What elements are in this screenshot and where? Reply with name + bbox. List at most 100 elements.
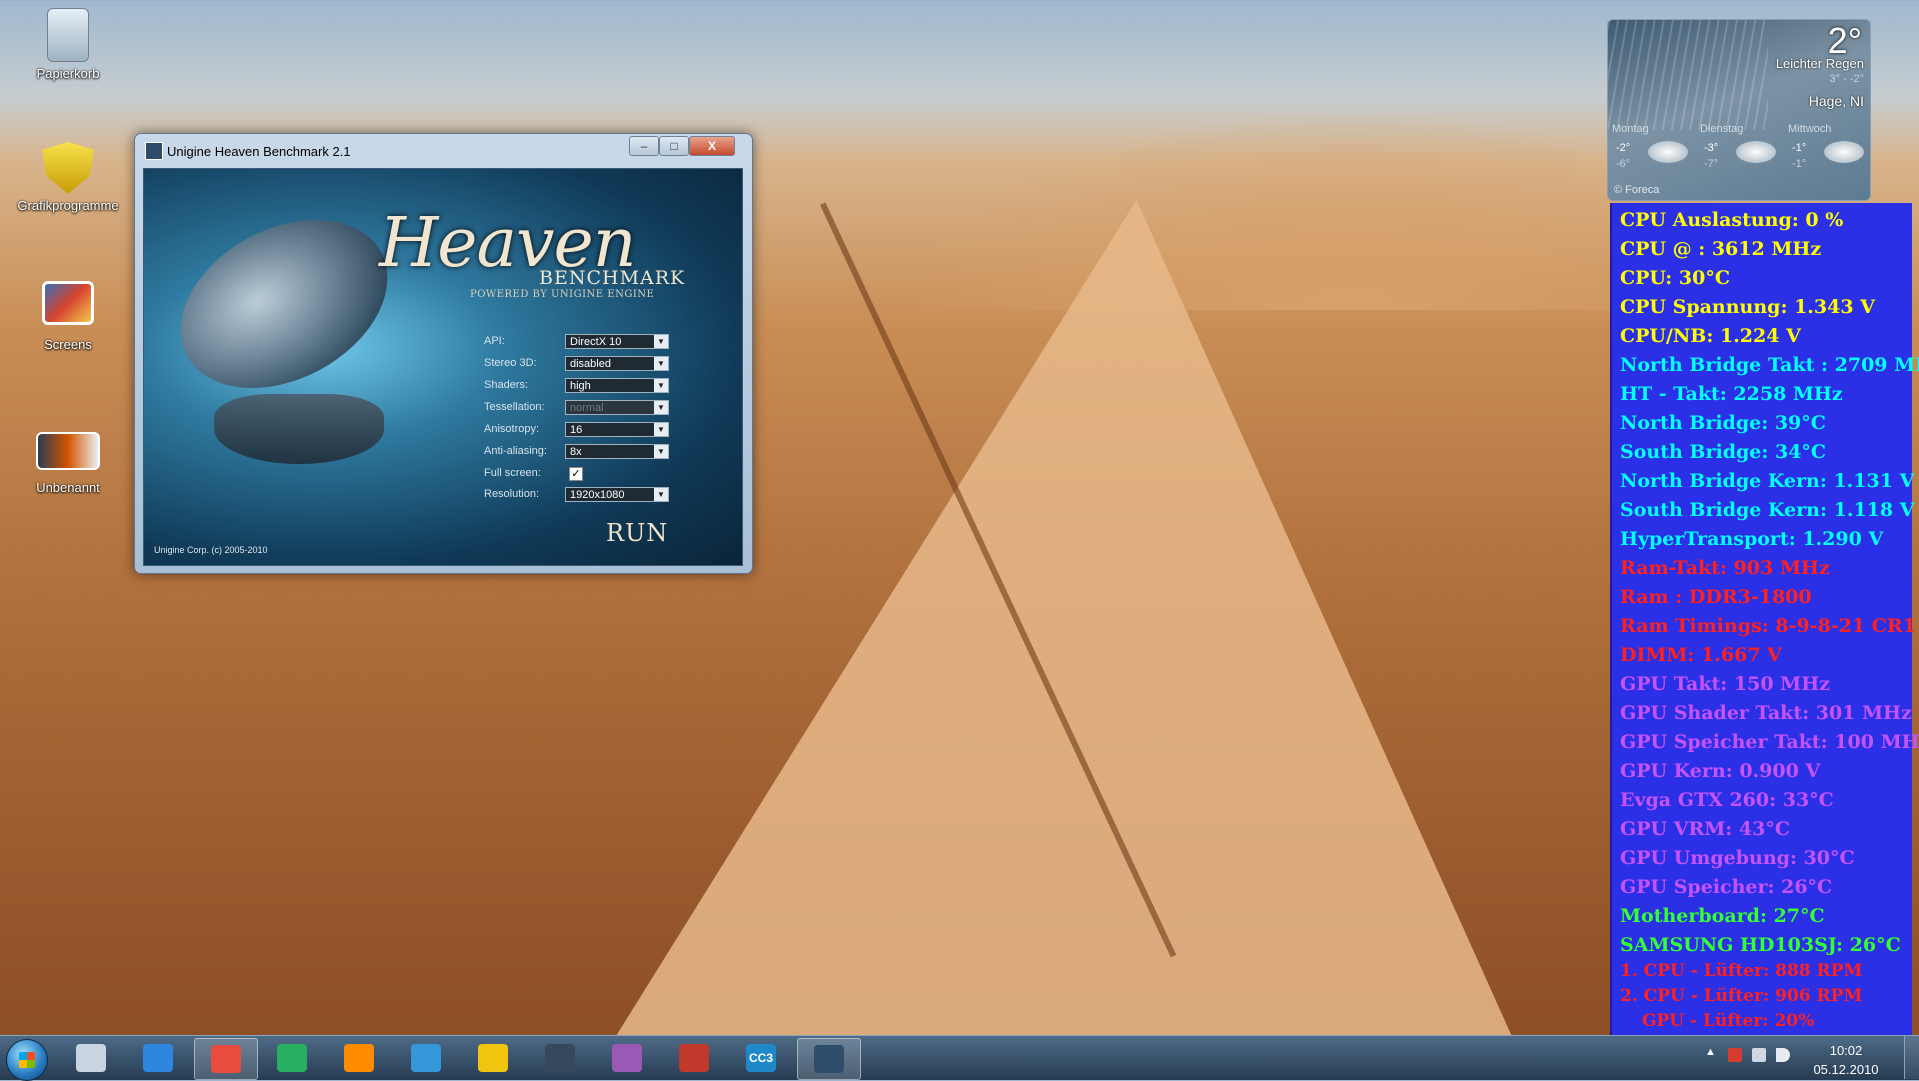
- resolution-value: 1920x1080: [570, 489, 625, 501]
- shaders-value: high: [570, 380, 591, 392]
- sensor-reading: GPU Takt: 150 MHz: [1620, 673, 1830, 695]
- volume-icon[interactable]: [1776, 1048, 1790, 1062]
- sensor-reading: GPU Speicher Takt: 100 MHz: [1620, 731, 1919, 753]
- minimize-button[interactable]: –: [629, 136, 659, 156]
- sensor-reading: GPU VRM: 43°C: [1620, 818, 1790, 840]
- sensor-reading: North Bridge Takt : 2709 MHz: [1620, 354, 1919, 376]
- taskbar-button[interactable]: [127, 1038, 189, 1078]
- sensor-reading: CPU: 30°C: [1620, 267, 1730, 289]
- tessellation-label: Tessellation:: [484, 401, 545, 413]
- clock-date: 05.12.2010: [1813, 1062, 1879, 1077]
- taskbar-button[interactable]: CC3: [730, 1038, 792, 1078]
- sensor-reading: GPU Kern: 0.900 V: [1620, 760, 1821, 782]
- rain-background: [1608, 20, 1768, 130]
- sensor-reading: North Bridge: 39°C: [1620, 412, 1826, 434]
- forecast-day-name: Montag: [1612, 123, 1649, 135]
- cube-app-icon: [612, 1044, 642, 1072]
- sensor-reading: CPU/NB: 1.224 V: [1620, 325, 1801, 347]
- anti-aliasing-value: 8x: [570, 446, 582, 458]
- benchmark-launcher-panel: Heaven BENCHMARK POWERED BY UNIGINE ENGI…: [143, 168, 743, 566]
- forecast-day: Mittwoch -1° -1°: [1788, 123, 1870, 170]
- api-select[interactable]: DirectX 10 ▼: [565, 334, 669, 349]
- chevron-down-icon: ▼: [654, 488, 668, 501]
- run-button[interactable]: RUN: [606, 519, 668, 547]
- chevron-down-icon: ▼: [654, 423, 668, 436]
- sensor-reading: CPU @ : 3612 MHz: [1620, 238, 1822, 260]
- taskbar-button[interactable]: [60, 1038, 122, 1078]
- network-icon[interactable]: [1752, 1048, 1766, 1062]
- weather-gadget[interactable]: 2° Leichter Regen 3° - -2° Hage, NI Mont…: [1607, 19, 1871, 201]
- api-label: API:: [484, 335, 505, 347]
- taskbar-button[interactable]: [194, 1038, 258, 1080]
- calculator-icon: [76, 1044, 106, 1072]
- close-button[interactable]: X: [689, 136, 735, 156]
- forecast-day: Montag -2° -6°: [1612, 123, 1698, 170]
- chevron-down-icon: ▼: [654, 379, 668, 392]
- weather-provider: © Foreca: [1614, 184, 1660, 196]
- anti-aliasing-select[interactable]: 8x ▼: [565, 444, 669, 459]
- sensor-reading: South Bridge Kern: 1.118 V: [1620, 499, 1915, 521]
- desktop-icon-screens[interactable]: Screens: [12, 281, 124, 352]
- taskbar-button[interactable]: [462, 1038, 524, 1078]
- taskbar-button[interactable]: [596, 1038, 658, 1078]
- copyright-text: Unigine Corp. (c) 2005-2010: [154, 545, 268, 555]
- full-screen-label: Full screen:: [484, 467, 541, 479]
- weather-city: Hage, NI: [1808, 93, 1864, 109]
- sensor-reading: HT - Takt: 2258 MHz: [1620, 383, 1843, 405]
- start-button[interactable]: [6, 1039, 48, 1081]
- sensor-reading: Motherboard: 27°C: [1620, 905, 1825, 927]
- sensor-reading: Ram Timings: 8-9-8-21 CR1: [1620, 615, 1916, 637]
- forecast-day: Dienstag -3° -7°: [1700, 123, 1786, 170]
- desktop-icon-recycle-bin[interactable]: Papierkorb: [12, 8, 124, 81]
- weather-condition: Leichter Regen: [1775, 56, 1864, 71]
- sensor-reading: GPU - Lüfter: 20%: [1642, 1011, 1815, 1031]
- forecast-low: -1°: [1792, 158, 1807, 170]
- maximize-button[interactable]: □: [659, 136, 689, 156]
- anisotropy-value: 16: [570, 424, 583, 436]
- chevron-down-icon: ▼: [654, 335, 668, 348]
- sensor-reading: Ram-Takt: 903 MHz: [1620, 557, 1830, 579]
- shaders-select[interactable]: high ▼: [565, 378, 669, 393]
- action-center-flag-icon[interactable]: [1728, 1048, 1742, 1062]
- chevron-down-icon: ▼: [654, 445, 668, 458]
- resolution-select[interactable]: 1920x1080 ▼: [565, 487, 669, 502]
- forecast-day-name: Dienstag: [1700, 123, 1744, 135]
- sensor-reading: GPU Speicher: 26°C: [1620, 876, 1833, 898]
- full-screen-checkbox[interactable]: ✓: [569, 467, 583, 481]
- desktop-icon-label: Grafikprogramme: [17, 198, 119, 213]
- image-file-icon: [36, 432, 100, 470]
- stereo-3d-select[interactable]: disabled ▼: [565, 356, 669, 371]
- taskbar-button[interactable]: [261, 1038, 323, 1078]
- forecast-high: -1°: [1792, 142, 1807, 154]
- taskbar-button[interactable]: [797, 1038, 861, 1080]
- show-desktop-button[interactable]: [1904, 1036, 1919, 1079]
- taskbar: CC3: [0, 1035, 1919, 1081]
- chevron-down-icon: ▼: [654, 357, 668, 370]
- image-file-icon: [42, 281, 94, 325]
- sensor-reading: North Bridge Kern: 1.131 V: [1620, 470, 1915, 492]
- sensor-reading: SAMSUNG HD103SJ: 26°C: [1620, 934, 1901, 956]
- taskbar-button[interactable]: [663, 1038, 725, 1078]
- taskbar-button[interactable]: [395, 1038, 457, 1078]
- desktop-icon-grafikprogramme[interactable]: Grafikprogramme: [12, 142, 124, 213]
- sensor-reading: CPU Spannung: 1.343 V: [1620, 296, 1875, 318]
- heaven-logo-powered: POWERED BY UNIGINE ENGINE: [470, 289, 655, 300]
- desktop-icon-label: Papierkorb: [36, 66, 100, 81]
- sensor-reading: GPU Umgebung: 30°C: [1620, 847, 1855, 869]
- anisotropy-select[interactable]: 16 ▼: [565, 422, 669, 437]
- desktop-icon-unbenannt[interactable]: Unbenannt: [12, 432, 124, 495]
- sensor-reading: 1. CPU - Lüfter: 888 RPM: [1620, 961, 1863, 981]
- sensor-reading: GPU Shader Takt: 301 MHz: [1620, 702, 1912, 724]
- vlc-icon: [344, 1044, 374, 1072]
- taskbar-button[interactable]: [328, 1038, 390, 1078]
- tessellation-value: normal: [570, 402, 604, 414]
- cc3-icon: CC3: [746, 1044, 776, 1072]
- internet-explorer-icon: [143, 1044, 173, 1072]
- taskbar-clock[interactable]: 10:02 05.12.2010: [1810, 1041, 1882, 1079]
- weather-range: 3° - -2°: [1829, 73, 1864, 85]
- tray-expand-arrow[interactable]: ▲: [1705, 1046, 1716, 1058]
- fire-app-icon: [679, 1044, 709, 1072]
- anisotropy-label: Anisotropy:: [484, 423, 540, 435]
- taskbar-button[interactable]: [529, 1038, 591, 1078]
- sensor-reading: HyperTransport: 1.290 V: [1620, 528, 1884, 550]
